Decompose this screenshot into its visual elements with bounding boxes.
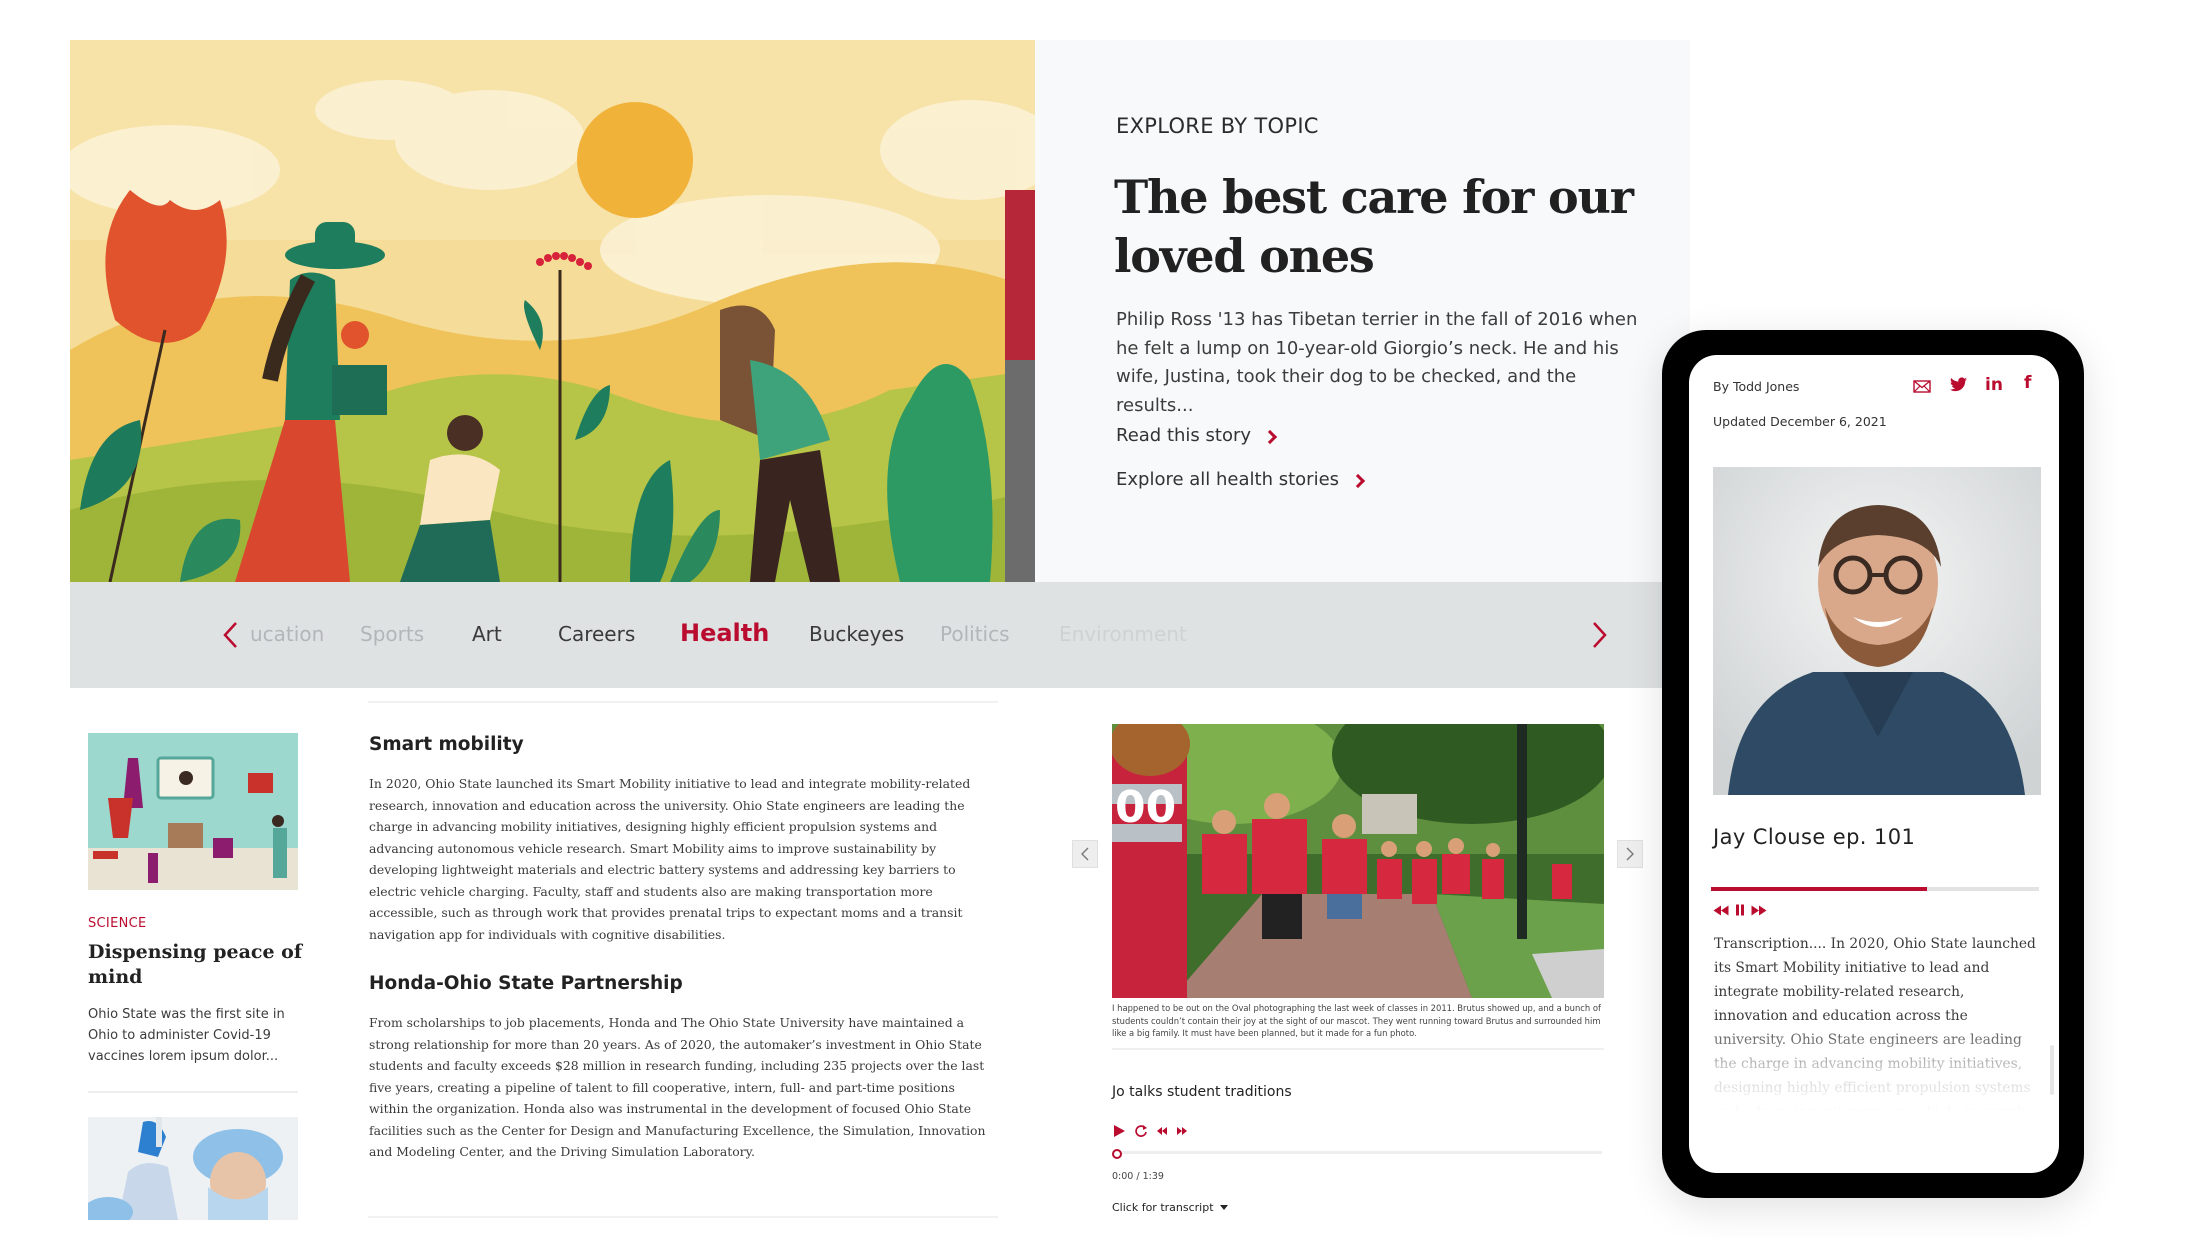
smart-mobility-heading: Smart mobility	[369, 734, 524, 755]
transcript-scrollbar[interactable]	[2050, 1045, 2054, 1095]
episode-progress-bar[interactable]	[1711, 887, 2039, 891]
episode-controls	[1713, 904, 1767, 916]
honda-partnership-body: From scholarships to job placements, Hon…	[369, 1015, 986, 1159]
hero-description: Philip Ross '13 has Tibetan terrier in t…	[1116, 309, 1638, 416]
fast-forward-icon	[1751, 905, 1767, 915]
portrait-photo	[1713, 467, 2041, 795]
pause-icon	[1736, 904, 1744, 916]
phone-screen: By Todd Jones Updated December 6, 2021 i…	[1689, 355, 2059, 1173]
topic-politics[interactable]: Politics	[940, 622, 1010, 646]
lab-worker-photo	[88, 1117, 298, 1220]
facebook-icon: f	[2024, 373, 2032, 393]
topic-buckeyes[interactable]: Buckeyes	[809, 622, 904, 646]
explore-health-label: Explore all health stories	[1116, 469, 1340, 490]
topic-art[interactable]: Art	[472, 622, 502, 646]
replay-icon	[1135, 1125, 1147, 1137]
honda-partnership-heading: Honda-Ohio State Partnership	[369, 973, 683, 994]
share-email-button[interactable]	[1913, 380, 1931, 393]
gallery-prev-button[interactable]	[1072, 840, 1098, 868]
episode-progress-fill	[1711, 887, 1928, 891]
hero-eyebrow: EXPLORE BY TOPIC	[1116, 114, 1319, 138]
gallery-photo[interactable]: 00	[1112, 724, 1604, 998]
topic-prev-button[interactable]	[212, 615, 252, 655]
transcript-toggle-label: Click for transcript	[1112, 1201, 1214, 1214]
twitter-icon	[1950, 377, 1967, 392]
share-facebook-button[interactable]: f	[2024, 373, 2031, 393]
topic-education[interactable]: ucation	[250, 622, 324, 646]
episode-forward-button[interactable]	[1751, 905, 1767, 916]
fast-forward-button[interactable]	[1176, 1125, 1188, 1137]
topic-next-button[interactable]	[1578, 615, 1618, 655]
replay-button[interactable]	[1134, 1124, 1148, 1138]
topic-environment[interactable]: Environment	[1059, 622, 1187, 646]
topic-sports[interactable]: Sports	[360, 622, 424, 646]
story-card-description: Ohio State was the first site in Ohio to…	[88, 1007, 285, 1064]
rewind-icon	[1157, 1127, 1167, 1135]
hero-title: The best care for our loved ones	[1114, 170, 1634, 283]
article-divider-bottom	[368, 1216, 998, 1218]
transcript-text: Transcription.... In 2020, Ohio State la…	[1714, 936, 2036, 1112]
gallery-caption: I happened to be out on the Oval photogr…	[1112, 1003, 1601, 1038]
story-card-image[interactable]	[88, 733, 298, 890]
read-story-label: Read this story	[1116, 425, 1252, 446]
fast-forward-icon	[1177, 1127, 1187, 1135]
audio-time: 0:00 / 1:39	[1112, 1171, 1164, 1182]
smart-mobility-body: In 2020, Ohio State launched its Smart M…	[369, 776, 971, 942]
story-card-kicker[interactable]: SCIENCE	[88, 916, 147, 931]
chevron-left-icon	[1081, 847, 1089, 861]
chevron-left-icon	[223, 622, 237, 648]
article-byline: By Todd Jones	[1713, 379, 1800, 394]
caret-down-icon	[1219, 1205, 1228, 1210]
audio-progress-track[interactable]	[1112, 1151, 1602, 1154]
article-updated-date: Updated December 6, 2021	[1713, 414, 1887, 429]
transcript-toggle[interactable]: Click for transcript	[1112, 1201, 1228, 1214]
share-linkedin-button[interactable]: in	[1985, 375, 2003, 395]
linkedin-icon: in	[1985, 375, 2003, 395]
next-story-image[interactable]	[88, 1117, 298, 1220]
chevron-right-icon	[1262, 429, 1278, 444]
email-icon	[1913, 380, 1931, 393]
community-illustration	[88, 733, 298, 890]
topic-careers[interactable]: Careers	[558, 622, 635, 646]
chevron-right-icon	[1626, 847, 1634, 861]
rewind-button[interactable]	[1156, 1125, 1168, 1137]
episode-title: Jay Clouse ep. 101	[1713, 825, 1916, 849]
episode-transcript: Transcription.... In 2020, Ohio State la…	[1714, 932, 2038, 1112]
hero-illustration	[70, 40, 1035, 582]
students-running-photo: 00	[1112, 724, 1604, 998]
episode-pause-button[interactable]	[1735, 904, 1745, 916]
caption-divider	[1112, 1048, 1604, 1050]
audio-title: Jo talks student traditions	[1112, 1084, 1292, 1100]
audio-progress-handle[interactable]	[1112, 1149, 1122, 1159]
topic-health[interactable]: Health	[680, 619, 769, 647]
explore-health-link[interactable]: Explore all health stories	[1116, 469, 1366, 490]
read-story-link[interactable]: Read this story	[1116, 425, 1278, 446]
topic-carousel: ucation Sports Art Careers Health Buckey…	[70, 582, 1665, 688]
chevron-right-icon	[1350, 473, 1366, 488]
story-card-title[interactable]: Dispensing peace of mind	[88, 940, 303, 990]
gardening-illustration	[70, 40, 1035, 582]
chevron-right-icon	[1593, 622, 1607, 648]
article-divider-top	[368, 701, 998, 703]
share-twitter-button[interactable]	[1950, 377, 1967, 392]
gallery-next-button[interactable]	[1617, 840, 1643, 868]
svg-text:00: 00	[1115, 782, 1176, 833]
episode-rewind-button[interactable]	[1713, 905, 1729, 916]
podcast-guest-portrait	[1713, 467, 2041, 795]
rewind-icon	[1713, 905, 1729, 915]
play-button[interactable]	[1112, 1124, 1126, 1138]
audio-controls	[1112, 1124, 1188, 1138]
play-icon	[1114, 1125, 1125, 1137]
story-card-divider	[88, 1091, 298, 1093]
